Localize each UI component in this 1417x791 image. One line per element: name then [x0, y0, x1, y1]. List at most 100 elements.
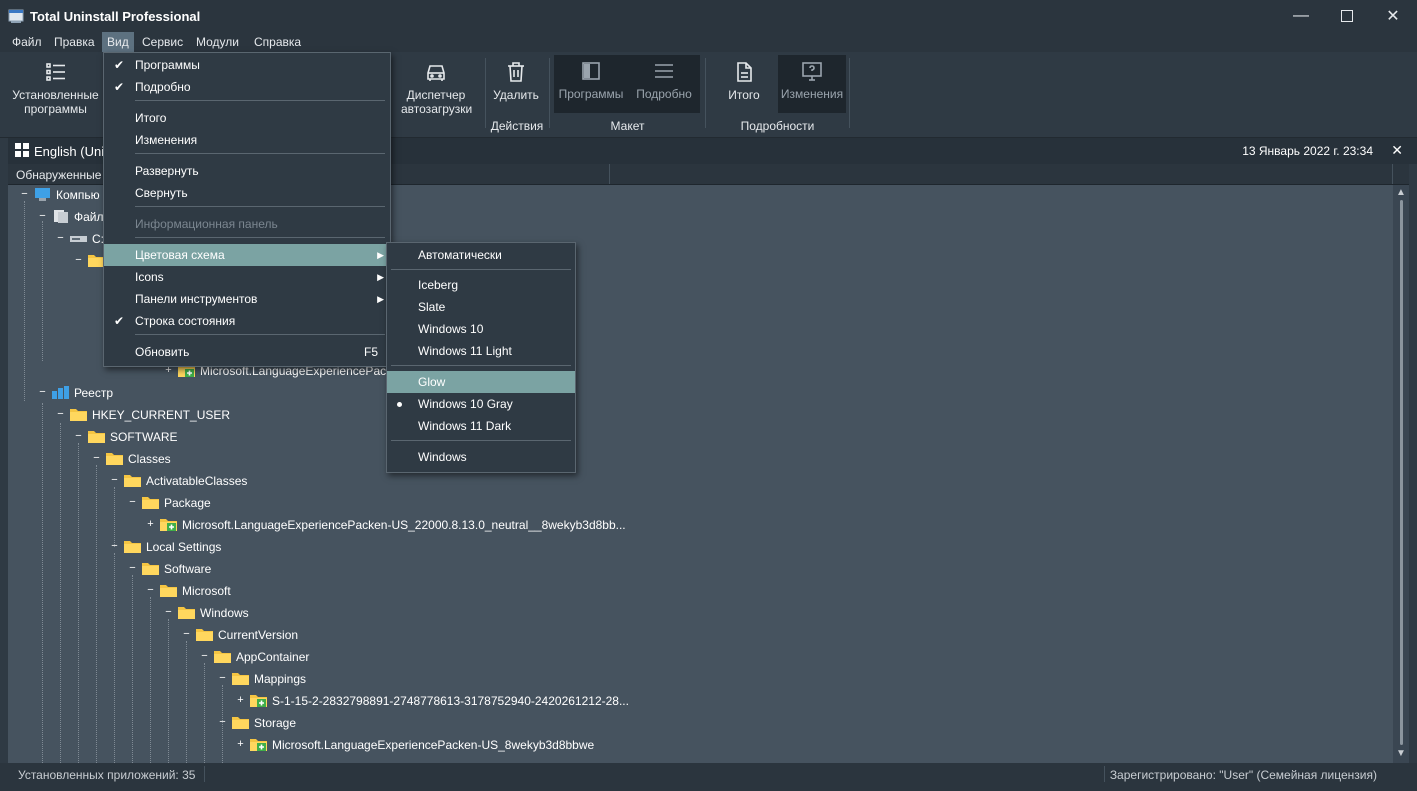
view-menu-item[interactable]: Цветовая схема ▶ — [104, 244, 390, 266]
windows-icon — [15, 143, 29, 157]
close-icon: ✕ — [1386, 8, 1400, 25]
menu-edit[interactable]: Правка — [49, 32, 100, 52]
menu-file[interactable]: Файл — [7, 32, 47, 52]
expand-icon[interactable]: + — [236, 695, 245, 706]
color-scheme-item[interactable]: Windows 11 Light — [387, 340, 575, 362]
tree-item-label: Microsoft.LanguageExperiencePacken-US_22… — [182, 518, 626, 532]
view-menu-item[interactable]: ✔ Строка состояния — [104, 310, 390, 332]
view-menu-item-label: Панели инструментов — [135, 292, 258, 306]
installed-programs-label: Установленные программы — [12, 88, 99, 116]
changes-label: Изменения — [780, 87, 844, 101]
view-menu-item[interactable]: Итого — [104, 107, 390, 129]
submenu-arrow-icon: ▶ — [377, 294, 384, 304]
document-icon — [737, 62, 752, 82]
expand-icon[interactable]: + — [146, 519, 155, 530]
expand-icon[interactable]: + — [164, 365, 173, 376]
startup-manager-button[interactable]: Диспетчер автозагрузки — [397, 56, 475, 118]
delete-button[interactable]: Удалить — [489, 56, 543, 118]
view-menu-item[interactable]: Развернуть — [104, 160, 390, 182]
color-scheme-item[interactable]: Windows 10 Gray — [387, 393, 575, 415]
collapse-icon[interactable]: − — [146, 585, 155, 596]
tree-item-label: Package — [164, 496, 211, 510]
collapse-icon[interactable]: − — [164, 607, 173, 618]
layout-detailed-button[interactable]: Подробно — [628, 55, 700, 113]
maximize-button[interactable] — [1324, 0, 1370, 32]
collapse-icon[interactable]: − — [182, 629, 191, 640]
view-menu-item-label: Подробно — [135, 80, 191, 94]
scroll-up-icon[interactable]: ▲ — [1396, 187, 1406, 198]
collapse-icon[interactable]: − — [56, 233, 65, 244]
color-scheme-item-label: Автоматически — [418, 248, 502, 262]
view-menu-item[interactable]: Панели инструментов ▶ — [104, 288, 390, 310]
column-header-detected[interactable]: Обнаруженные — [16, 168, 101, 182]
color-scheme-item[interactable]: Windows 10 — [387, 318, 575, 340]
view-menu-item[interactable]: Icons ▶ — [104, 266, 390, 288]
changes-button[interactable]: Изменения — [778, 55, 846, 113]
status-separator — [1104, 766, 1105, 782]
view-menu-item[interactable]: ✔ Программы — [104, 54, 390, 76]
color-scheme-item[interactable]: Windows — [387, 446, 575, 468]
view-menu-item[interactable]: Изменения — [104, 129, 390, 151]
collapse-icon[interactable]: − — [74, 255, 83, 266]
column-separator[interactable] — [609, 164, 610, 184]
tree-item-label: Файл — [74, 210, 104, 224]
collapse-icon[interactable]: − — [38, 211, 47, 222]
collapse-icon[interactable]: − — [20, 189, 29, 200]
color-scheme-item[interactable]: Iceberg — [387, 274, 575, 296]
color-scheme-item-label: Slate — [418, 300, 446, 314]
menu-service[interactable]: Сервис — [137, 32, 188, 52]
view-menu-item-label: Свернуть — [135, 186, 188, 200]
color-scheme-item[interactable]: Windows 11 Dark — [387, 415, 575, 437]
layout-detailed-label: Подробно — [636, 87, 692, 101]
check-icon: ✔ — [114, 80, 125, 94]
collapse-icon[interactable]: − — [74, 431, 83, 442]
menu-separator — [135, 153, 385, 154]
view-menu-item[interactable]: Свернуть — [104, 182, 390, 204]
collapse-icon[interactable]: − — [218, 673, 227, 684]
window-title: Total Uninstall Professional — [30, 9, 201, 24]
color-scheme-item-label: Windows — [418, 450, 467, 464]
status-installed-count: Установленных приложений: 35 — [18, 768, 196, 782]
menu-help[interactable]: Справка — [249, 32, 306, 52]
view-menu-item[interactable]: Обновить F5 — [104, 341, 390, 363]
radio-dot-icon — [397, 402, 402, 407]
tab-close-icon[interactable]: ✕ — [1391, 142, 1403, 159]
close-button[interactable]: ✕ — [1370, 0, 1416, 32]
collapse-icon[interactable]: − — [218, 717, 227, 728]
trash-icon — [508, 62, 524, 82]
view-menu-item-label: Icons — [135, 270, 164, 284]
menu-view[interactable]: Вид — [102, 32, 134, 52]
tree-item-label: ActivatableClasses — [146, 474, 248, 488]
maximize-icon — [1341, 10, 1353, 22]
minimize-button[interactable]: — — [1278, 0, 1324, 32]
ribbon-separator — [485, 58, 486, 128]
collapse-icon[interactable]: − — [110, 475, 119, 486]
color-scheme-item[interactable]: Glow — [387, 371, 575, 393]
scroll-thumb[interactable] — [1400, 200, 1403, 745]
collapse-icon[interactable]: − — [128, 563, 137, 574]
collapse-icon[interactable]: − — [128, 497, 137, 508]
color-scheme-item[interactable]: Slate — [387, 296, 575, 318]
collapse-icon[interactable]: − — [38, 387, 47, 398]
layout-programs-button[interactable]: Программы — [554, 55, 628, 113]
installed-programs-button[interactable]: Установленные программы — [8, 56, 103, 118]
column-separator[interactable] — [1392, 164, 1393, 184]
color-scheme-item[interactable]: Автоматически — [387, 244, 575, 266]
document-tab-title[interactable]: English (Uni — [34, 144, 104, 159]
collapse-icon[interactable]: − — [200, 651, 209, 662]
view-menu-item-label: Строка состояния — [135, 314, 236, 328]
status-separator — [204, 766, 205, 782]
view-menu-item-label: Цветовая схема — [135, 248, 225, 262]
lines-icon — [655, 64, 673, 78]
color-scheme-item-label: Windows 10 Gray — [418, 397, 513, 411]
view-menu-item-label: Развернуть — [135, 164, 199, 178]
summary-button[interactable]: Итого — [712, 56, 776, 118]
collapse-icon[interactable]: − — [92, 453, 101, 464]
collapse-icon[interactable]: − — [110, 541, 119, 552]
collapse-icon[interactable]: − — [56, 409, 65, 420]
view-menu-item[interactable]: ✔ Подробно — [104, 76, 390, 98]
menu-separator — [135, 334, 385, 335]
expand-icon[interactable]: + — [236, 739, 245, 750]
menu-modules[interactable]: Модули — [191, 32, 244, 52]
scroll-down-icon[interactable]: ▼ — [1396, 748, 1406, 759]
